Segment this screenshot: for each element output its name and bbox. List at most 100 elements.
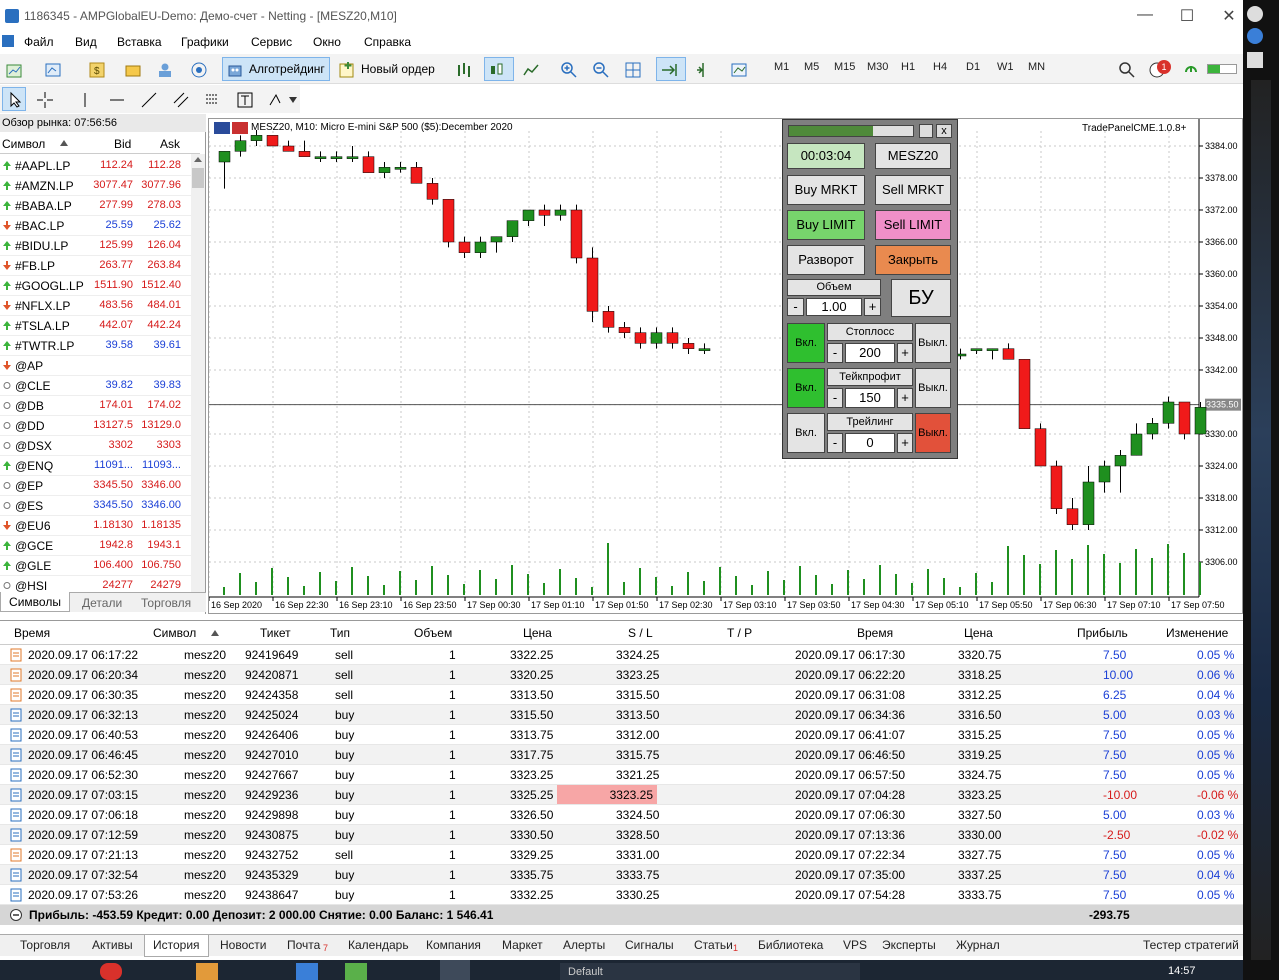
- market-watch-row[interactable]: @CLE 39.82 39.83: [0, 376, 200, 396]
- reverse-button[interactable]: Разворот: [787, 245, 865, 275]
- breakeven-button[interactable]: БУ: [891, 279, 951, 317]
- scroll-up-arrow[interactable]: [192, 154, 204, 166]
- terminal-button[interactable]: [152, 57, 178, 81]
- market-watch-row[interactable]: #BAC.LP 25.59 25.62: [0, 216, 200, 236]
- horizontal-line-button[interactable]: [104, 87, 128, 111]
- tab-strategy-tester[interactable]: Тестер стратегий: [1143, 938, 1239, 952]
- market-watch-row[interactable]: #AAPL.LP 112.24 112.28: [0, 156, 200, 176]
- search-button[interactable]: [1114, 57, 1136, 81]
- tab-market[interactable]: Маркет: [502, 938, 543, 952]
- volume-input[interactable]: 1.00: [806, 298, 862, 316]
- trailing-plus-button[interactable]: +: [897, 433, 913, 453]
- panel-minimize-button[interactable]: [919, 124, 933, 138]
- menu-tools[interactable]: Сервис: [251, 35, 292, 49]
- close-button[interactable]: ✕: [1214, 6, 1244, 26]
- taskbar-terminal-icon[interactable]: [440, 960, 470, 980]
- timeframe-d1[interactable]: D1: [966, 61, 980, 73]
- market-watch-row[interactable]: @DD 13127.5 13129.0: [0, 416, 200, 436]
- timeframe-h1[interactable]: H1: [901, 61, 915, 73]
- col-ask-header[interactable]: Ask: [160, 137, 180, 151]
- crosshair-button[interactable]: [32, 87, 56, 111]
- tab-mailbox[interactable]: Почта: [287, 938, 320, 952]
- takeprofit-input[interactable]: 150: [845, 388, 895, 408]
- tab-journal[interactable]: Журнал: [956, 938, 1000, 952]
- market-watch-row[interactable]: #AMZN.LP 3077.47 3077.96: [0, 176, 200, 196]
- stoploss-off-button[interactable]: Выкл.: [915, 323, 951, 363]
- col-sl[interactable]: S / L: [628, 626, 653, 640]
- sell-limit-button[interactable]: Sell LIMIT: [875, 210, 951, 240]
- signals-button[interactable]: [186, 57, 212, 81]
- market-watch-row[interactable]: @ENQ 11091... 11093...: [0, 456, 200, 476]
- col-ticket[interactable]: Тикет: [260, 626, 291, 640]
- text-button[interactable]: [232, 87, 256, 111]
- price-chart[interactable]: MESZ20, M10: Micro E-mini S&P 500 ($5):D…: [208, 118, 1243, 614]
- tab-experts[interactable]: Эксперты: [882, 938, 936, 952]
- stoploss-on-button[interactable]: Вкл.: [787, 323, 825, 363]
- history-row[interactable]: 2020.09.17 06:30:35 mesz20 92424358 sell 1 33…: [0, 685, 1243, 705]
- tab-library[interactable]: Библиотека: [758, 938, 823, 952]
- menu-help[interactable]: Справка: [364, 35, 411, 49]
- market-watch-row[interactable]: @DSX 3302 3303: [0, 436, 200, 456]
- takeprofit-plus-button[interactable]: +: [897, 388, 913, 408]
- col-close-price[interactable]: Цена: [964, 626, 993, 640]
- market-watch-row[interactable]: @AP: [0, 356, 200, 376]
- takeprofit-minus-button[interactable]: -: [827, 388, 843, 408]
- timeframe-w1[interactable]: W1: [997, 61, 1014, 73]
- history-row[interactable]: 2020.09.17 07:21:13 mesz20 92432752 sell 1 33…: [0, 845, 1243, 865]
- market-watch-row[interactable]: @EP 3345.50 3346.00: [0, 476, 200, 496]
- col-volume[interactable]: Объем: [414, 626, 452, 640]
- minimize-button[interactable]: —: [1130, 6, 1160, 26]
- tab-articles[interactable]: Статьи: [694, 938, 733, 952]
- taskbar-app2-icon[interactable]: [296, 963, 318, 980]
- chart-shift-button[interactable]: [690, 57, 716, 81]
- history-row[interactable]: 2020.09.17 07:06:18 mesz20 92429898 buy 1 332…: [0, 805, 1243, 825]
- col-close-time[interactable]: Время: [857, 626, 893, 640]
- stoploss-plus-button[interactable]: +: [897, 343, 913, 363]
- col-change[interactable]: Изменение: [1166, 626, 1228, 640]
- templates-button[interactable]: [726, 57, 752, 81]
- market-watch-row[interactable]: @EU6 1.18130 1.18135: [0, 516, 200, 536]
- profiles-button[interactable]: [40, 57, 74, 81]
- tab-vps[interactable]: VPS: [843, 938, 867, 952]
- market-watch-row[interactable]: #NFLX.LP 483.56 484.01: [0, 296, 200, 316]
- tile-windows-button[interactable]: [620, 57, 646, 81]
- buy-limit-button[interactable]: Buy LIMIT: [787, 210, 865, 240]
- notifications-button[interactable]: 1: [1144, 57, 1174, 81]
- col-bid-header[interactable]: Bid: [114, 137, 131, 151]
- col-symbol-header[interactable]: Символ: [2, 137, 45, 151]
- autoscroll-button[interactable]: [656, 57, 686, 81]
- history-row[interactable]: 2020.09.17 06:17:22 mesz20 92419649 sell 1 33…: [0, 645, 1243, 665]
- menu-window[interactable]: Окно: [313, 35, 341, 49]
- tab-calendar[interactable]: Календарь: [348, 938, 409, 952]
- col-symbol[interactable]: Символ: [153, 626, 196, 640]
- candle-chart-button[interactable]: [484, 57, 514, 81]
- market-watch-row[interactable]: @DB 174.01 174.02: [0, 396, 200, 416]
- buy-market-button[interactable]: Buy MRKT: [787, 175, 865, 205]
- side-app2-icon[interactable]: [1247, 28, 1263, 44]
- stoploss-input[interactable]: 200: [845, 343, 895, 363]
- trailing-input[interactable]: 0: [845, 433, 895, 453]
- col-tp[interactable]: T / P: [727, 626, 752, 640]
- menu-charts[interactable]: Графики: [181, 35, 229, 49]
- fibonacci-button[interactable]: [200, 87, 224, 111]
- volume-minus-button[interactable]: -: [787, 298, 804, 316]
- takeprofit-off-button[interactable]: Выкл.: [915, 368, 951, 408]
- side-save-icon[interactable]: [1247, 52, 1263, 68]
- tab-news[interactable]: Новости: [220, 938, 266, 952]
- tab-alerts[interactable]: Алерты: [563, 938, 605, 952]
- timeframe-m30[interactable]: M30: [867, 61, 888, 73]
- timeframe-mn[interactable]: MN: [1028, 61, 1045, 73]
- navigator-button[interactable]: [120, 57, 146, 81]
- vertical-line-button[interactable]: [72, 87, 96, 111]
- market-watch-row[interactable]: #BABA.LP 277.99 278.03: [0, 196, 200, 216]
- timeframe-h4[interactable]: H4: [933, 61, 947, 73]
- market-watch-row[interactable]: #TSLA.LP 442.07 442.24: [0, 316, 200, 336]
- new-order-button[interactable]: Новый ордер: [334, 57, 440, 81]
- tab-company[interactable]: Компания: [426, 938, 481, 952]
- market-watch-row[interactable]: #BIDU.LP 125.99 126.04: [0, 236, 200, 256]
- market-watch-row[interactable]: #GOOGL.LP 1511.90 1512.40: [0, 276, 200, 296]
- channel-button[interactable]: [168, 87, 192, 111]
- maximize-button[interactable]: ☐: [1172, 6, 1202, 26]
- taskbar-app-icon[interactable]: [100, 963, 122, 980]
- col-type[interactable]: Тип: [330, 626, 350, 640]
